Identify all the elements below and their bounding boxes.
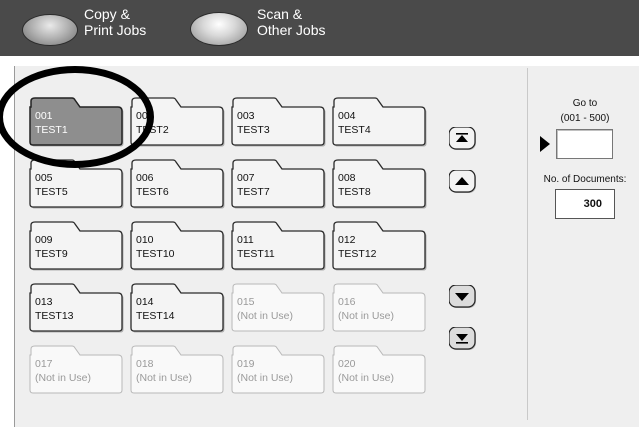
folder-number: 006 [136, 172, 154, 184]
folder-014[interactable]: 014 TEST14 [129, 283, 225, 333]
folder-012[interactable]: 012 TEST12 [331, 221, 427, 271]
folder-number: 015 [237, 296, 255, 308]
folder-icon [231, 283, 325, 332]
folder-icon [231, 97, 326, 147]
folder-number: 008 [338, 172, 356, 184]
scroll-up-icon [448, 169, 476, 193]
folder-name: (Not in Use) [338, 372, 395, 384]
goto-label: Go to (001 - 500) [560, 98, 610, 124]
scroll-down-icon [448, 284, 476, 308]
scroll-up-button[interactable] [448, 169, 476, 193]
folder-number: 020 [338, 358, 356, 370]
folder-number: 010 [136, 234, 154, 246]
folder-name: TEST10 [136, 248, 175, 260]
folder-name: TEST13 [35, 310, 74, 322]
folder-name: (Not in Use) [338, 310, 395, 322]
tab-indicator-icon [190, 12, 248, 46]
folder-name: TEST6 [136, 186, 169, 198]
folder-name: (Not in Use) [237, 372, 294, 384]
folder-010[interactable]: 010 TEST10 [129, 221, 225, 271]
folder-019[interactable]: 019 (Not in Use) [230, 345, 326, 394]
tab-copy-print-jobs[interactable]: Copy & Print Jobs [22, 0, 172, 56]
folder-number: 017 [35, 358, 53, 370]
tab-scan-other-jobs[interactable]: Scan & Other Jobs [190, 0, 340, 56]
divider [527, 68, 528, 420]
scroll-to-top-icon [448, 126, 476, 150]
folder-003[interactable]: 003 TEST3 [230, 97, 326, 147]
folder-icon [130, 221, 225, 271]
folder-icon [231, 159, 326, 209]
folder-name: TEST3 [237, 124, 270, 136]
goto-number-input[interactable] [556, 129, 613, 159]
folder-name: TEST4 [338, 124, 371, 136]
pointer-arrow-icon [540, 136, 550, 152]
documents-count-value: 300 [555, 189, 615, 219]
folder-004[interactable]: 004 TEST4 [331, 97, 427, 147]
folder-name: (Not in Use) [35, 372, 92, 384]
folder-number: 005 [35, 172, 53, 184]
folder-008[interactable]: 008 TEST8 [331, 159, 427, 209]
folder-number: 007 [237, 172, 255, 184]
folder-icon [130, 159, 225, 209]
folder-name: (Not in Use) [237, 310, 294, 322]
scroll-to-top-button[interactable] [448, 126, 476, 150]
folder-icon [231, 345, 325, 394]
folder-number: 018 [136, 358, 154, 370]
folder-015[interactable]: 015 (Not in Use) [230, 283, 326, 332]
folder-name: TEST7 [237, 186, 270, 198]
folder-icon [29, 283, 124, 333]
folder-icon [130, 283, 225, 333]
folder-number: 019 [237, 358, 255, 370]
folder-name: TEST12 [338, 248, 377, 260]
folder-icon [29, 345, 123, 394]
folder-number: 011 [237, 234, 254, 246]
scroll-to-bottom-button[interactable] [448, 326, 476, 350]
folder-name: TEST9 [35, 248, 68, 260]
folder-007[interactable]: 007 TEST7 [230, 159, 326, 209]
folder-number: 014 [136, 296, 154, 308]
folder-006[interactable]: 006 TEST6 [129, 159, 225, 209]
folder-name: TEST8 [338, 186, 371, 198]
folder-number: 013 [35, 296, 53, 308]
folder-number: 016 [338, 296, 356, 308]
annotation-circle [0, 66, 154, 168]
folder-name: TEST14 [136, 310, 175, 322]
scroll-to-bottom-icon [448, 326, 476, 350]
documents-count-label: No. of Documents: [543, 174, 627, 185]
folder-018[interactable]: 018 (Not in Use) [129, 345, 225, 394]
folder-016[interactable]: 016 (Not in Use) [331, 283, 427, 332]
folder-icon [332, 345, 426, 394]
folder-009[interactable]: 009 TEST9 [28, 221, 124, 271]
mailbox-screen: Copy & Print Jobs Scan & Other Jobs 001 TES… [0, 0, 639, 427]
folder-number: 004 [338, 110, 356, 122]
folder-number: 003 [237, 110, 255, 122]
folder-number: 012 [338, 234, 356, 246]
folder-020[interactable]: 020 (Not in Use) [331, 345, 427, 394]
folder-name: (Not in Use) [136, 372, 193, 384]
top-tab-bar: Copy & Print Jobs Scan & Other Jobs [0, 0, 639, 56]
folder-icon [130, 345, 224, 394]
folder-number: 009 [35, 234, 53, 246]
folder-name: TEST5 [35, 186, 68, 198]
folder-017[interactable]: 017 (Not in Use) [28, 345, 124, 394]
folder-013[interactable]: 013 TEST13 [28, 283, 124, 333]
folder-icon [29, 221, 124, 271]
folder-icon [332, 283, 426, 332]
folder-011[interactable]: 011 TEST11 [230, 221, 326, 271]
folder-name: TEST11 [237, 248, 275, 260]
folder-icon [332, 221, 427, 271]
folder-icon [332, 159, 427, 209]
panel-header-strip [14, 56, 639, 66]
folder-icon [231, 221, 326, 271]
tab-label: Copy & Print Jobs [84, 6, 147, 38]
tab-label: Scan & Other Jobs [257, 6, 326, 38]
tab-indicator-icon [22, 14, 78, 46]
scroll-down-button[interactable] [448, 284, 476, 308]
folder-icon [332, 97, 427, 147]
